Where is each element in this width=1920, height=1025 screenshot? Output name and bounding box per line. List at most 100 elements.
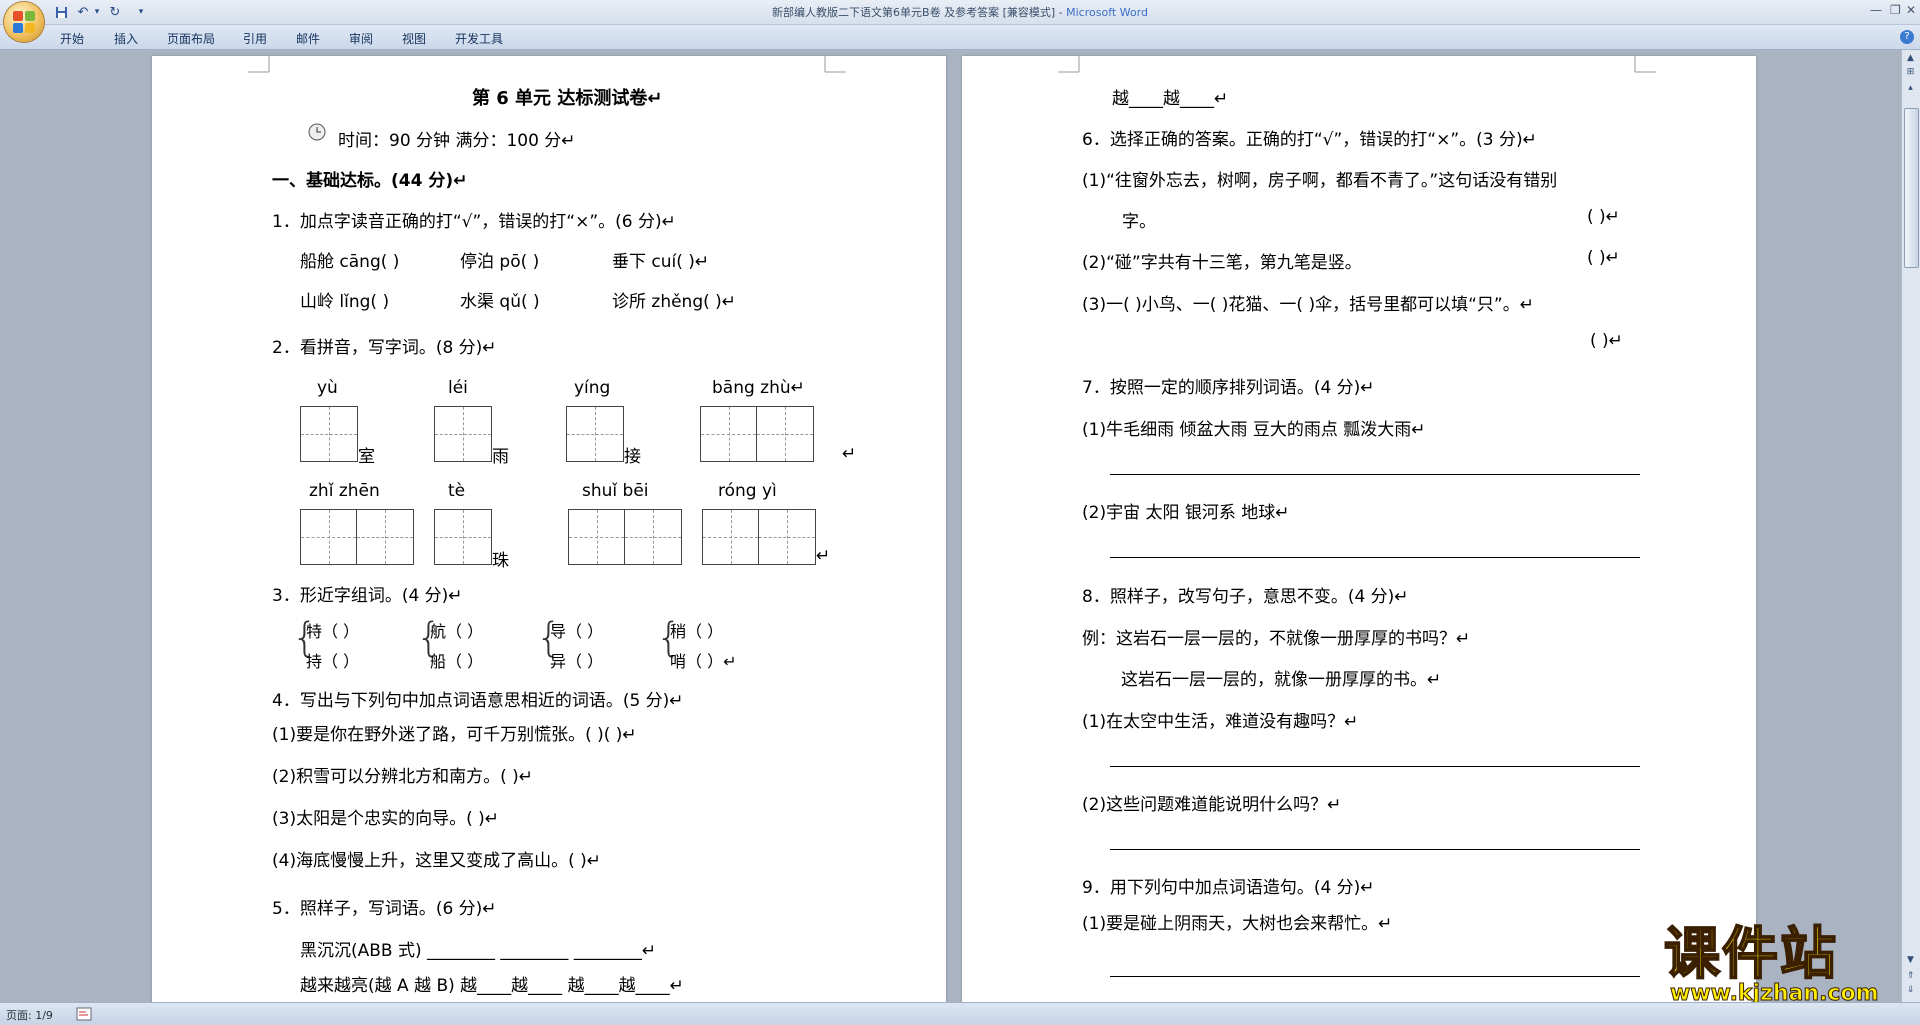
q3-item: 持（ ） xyxy=(306,652,360,671)
q3-item: 稍（ ） xyxy=(670,622,724,641)
watermark-title: 课件站 xyxy=(1663,922,1838,987)
help-icon[interactable]: ? xyxy=(1900,30,1914,44)
crop-mark xyxy=(824,56,846,73)
app-name: Microsoft Word xyxy=(1066,6,1148,19)
answer-line[interactable] xyxy=(1110,849,1640,850)
q8-example: 例：这岩石一层一层的，不就像一册厚厚的书吗？↵ xyxy=(1082,629,1471,649)
q2-pinyin: shuǐ bēi xyxy=(582,481,649,501)
q1-item: 山岭 lǐng( ) xyxy=(300,292,390,312)
answer-bracket: ( )↵ xyxy=(1590,331,1623,351)
tab-review[interactable]: 审阅 xyxy=(349,30,373,47)
tab-insert[interactable]: 插入 xyxy=(114,30,138,47)
q7-title: 7．按照一定的顺序排列词语。(4 分)↵ xyxy=(1082,378,1375,398)
proofing-icon[interactable] xyxy=(76,1007,92,1021)
answer-bracket: ( )↵ xyxy=(1587,248,1620,268)
tab-page-layout[interactable]: 页面布局 xyxy=(167,30,215,47)
q2-pinyin: yù xyxy=(317,378,338,398)
previous-page-icon[interactable]: ⇑ xyxy=(1904,970,1917,982)
q7-item: (2)宇宙 太阳 银河系 地球↵ xyxy=(1082,503,1290,523)
q9-item: (1)要是碰上阴雨天，大树也会来帮忙。↵ xyxy=(1082,914,1393,934)
q1-item: 诊所 zhěng( )↵ xyxy=(612,292,737,312)
q3-item: 哨（ ）↵ xyxy=(670,652,737,671)
crop-mark xyxy=(1058,56,1080,73)
next-page-icon[interactable]: ⇓ xyxy=(1904,984,1917,996)
crop-mark xyxy=(248,56,270,73)
paragraph-mark: ↵ xyxy=(816,546,831,566)
grid-suffix: 雨 xyxy=(492,447,509,467)
writing-grid[interactable] xyxy=(434,509,492,565)
q4-item: (2)积雪可以分辨北方和南方。( )↵ xyxy=(272,767,533,787)
writing-grid[interactable] xyxy=(434,406,492,462)
q3-item: 航（ ） xyxy=(430,622,484,641)
q4-item: (4)海底慢慢上升，这里又变成了高山。( )↵ xyxy=(272,851,601,871)
answer-line[interactable] xyxy=(1110,976,1640,977)
q8-example: 这岩石一层一层的，就像一册厚厚的书。↵ xyxy=(1121,670,1442,690)
q2-pinyin: zhǐ zhēn xyxy=(309,481,380,501)
scroll-up-icon[interactable]: ▴ xyxy=(1904,82,1917,94)
writing-grid[interactable] xyxy=(702,509,816,565)
q4-item: (1)要是你在野外迷了路，可千万别慌张。( )( )↵ xyxy=(272,725,637,745)
writing-grid[interactable] xyxy=(568,509,682,565)
writing-grid[interactable] xyxy=(700,406,814,462)
exam-title: 第 6 单元 达标测试卷↵ xyxy=(472,88,663,109)
page-right[interactable]: 越____越____↵ 6．选择正确的答案。正确的打“√”，错误的打“×”。(3… xyxy=(962,56,1756,1004)
scroll-thumb[interactable] xyxy=(1904,108,1919,268)
q4-item: (3)太阳是个忠实的向导。( )↵ xyxy=(272,809,499,829)
office-button[interactable] xyxy=(4,2,44,42)
q6-item: (2)“碰”字共有十三笔，第九笔是竖。 xyxy=(1082,253,1362,273)
answer-line[interactable] xyxy=(1110,474,1640,475)
time-line: 时间：90 分钟 满分：100 分↵ xyxy=(338,131,576,151)
vertical-scrollbar[interactable]: ▲ ⊞ ▴ ▼ ⇑ ⇓ xyxy=(1901,50,1920,1002)
q1-item: 水渠 qǔ( ) xyxy=(460,292,540,312)
status-bar: 页面: 1/9 xyxy=(0,1002,1920,1025)
paragraph-mark: ↵ xyxy=(842,444,857,464)
writing-grid[interactable] xyxy=(566,406,624,462)
document-title: 新部编人教版二下语文第6单元B卷 及参考答案 [兼容模式] - xyxy=(772,6,1067,19)
clock-icon xyxy=(308,123,326,141)
answer-bracket: ( )↵ xyxy=(1587,207,1620,227)
q2-pinyin: léi xyxy=(448,378,468,398)
q6-item: (1)“往窗外忘去，树啊，房子啊，都看不青了。”这句话没有错别 xyxy=(1082,171,1558,191)
q3-item: 导（ ） xyxy=(550,622,604,641)
q3-title: 3．形近字组词。(4 分)↵ xyxy=(272,586,463,606)
q6-title: 6．选择正确的答案。正确的打“√”，错误的打“×”。(3 分)↵ xyxy=(1082,130,1537,150)
writing-grid[interactable] xyxy=(300,509,414,565)
tab-developer[interactable]: 开发工具 xyxy=(455,30,503,47)
q3-item: 异（ ） xyxy=(550,652,604,671)
page-left[interactable]: 第 6 单元 达标测试卷↵ 时间：90 分钟 满分：100 分↵ 一、基础达标。… xyxy=(152,56,946,1004)
ruler-toggle-icon[interactable]: ⊞ xyxy=(1904,66,1917,78)
restore-icon[interactable]: ❐ xyxy=(1890,3,1901,17)
minimize-icon[interactable]: — xyxy=(1870,3,1882,17)
site-watermark: 课件站 www.kjzhan.com xyxy=(1658,922,1898,1007)
grid-suffix: 珠 xyxy=(492,551,509,571)
grid-suffix: 接 xyxy=(624,447,641,467)
q9-title: 9．用下列句中加点词语造句。(4 分)↵ xyxy=(1082,878,1375,898)
answer-line[interactable] xyxy=(1110,557,1640,558)
q2-pinyin: yíng xyxy=(574,378,611,398)
tab-mailings[interactable]: 邮件 xyxy=(296,30,320,47)
tab-view[interactable]: 视图 xyxy=(402,30,426,47)
grid-suffix: 室 xyxy=(358,447,375,467)
scroll-up-icon[interactable]: ▲ xyxy=(1904,52,1917,64)
tab-home[interactable]: 开始 xyxy=(60,30,84,47)
q5-item: 越来越亮(越 A 越 B) 越____越____ 越____越____↵ xyxy=(300,976,684,996)
answer-line[interactable] xyxy=(1110,766,1640,767)
q1-title: 1．加点字读音正确的打“√”，错误的打“×”。(6 分)↵ xyxy=(272,212,676,232)
q7-item: (1)牛毛细雨 倾盆大雨 豆大的雨点 瓢泼大雨↵ xyxy=(1082,420,1426,440)
q8-item: (1)在太空中生活，难道没有趣吗？↵ xyxy=(1082,712,1359,732)
office-logo-icon xyxy=(13,11,35,33)
continued-line: 越____越____↵ xyxy=(1112,89,1229,109)
writing-grid[interactable] xyxy=(300,406,358,462)
q1-item: 垂下 cuí( )↵ xyxy=(612,252,710,272)
page-indicator[interactable]: 页面: 1/9 xyxy=(6,1007,53,1023)
q3-item: 船（ ） xyxy=(430,652,484,671)
q2-title: 2．看拼音，写字词。(8 分)↵ xyxy=(272,338,497,358)
crop-mark xyxy=(1634,56,1656,73)
q5-item: 黑沉沉(ABB 式) ________ ________ ________↵ xyxy=(300,941,657,961)
tab-references[interactable]: 引用 xyxy=(243,30,267,47)
q3-item: 特（ ） xyxy=(306,622,360,641)
scroll-down-icon[interactable]: ▼ xyxy=(1904,954,1917,966)
q8-item: (2)这些问题难道能说明什么吗？↵ xyxy=(1082,795,1342,815)
q8-title: 8．照样子，改写句子，意思不变。(4 分)↵ xyxy=(1082,587,1409,607)
close-icon[interactable]: ✕ xyxy=(1906,3,1916,17)
